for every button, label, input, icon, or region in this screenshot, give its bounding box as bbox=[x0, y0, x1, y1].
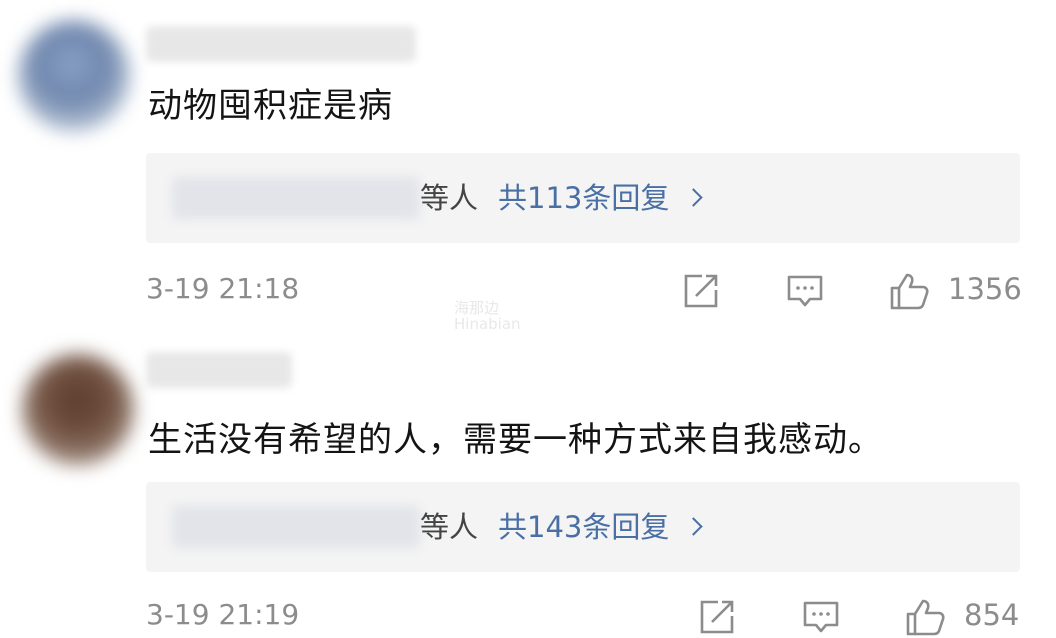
reply-summary[interactable]: 等人 共143条回复 bbox=[146, 482, 1020, 572]
chevron-right-icon bbox=[684, 188, 704, 207]
thumbs-up-icon[interactable] bbox=[904, 596, 946, 638]
chevron-right-icon bbox=[684, 517, 704, 536]
comment-item: 生活没有希望的人，需要一种方式来自我感动。 等人 共143条回复 3-19 21:… bbox=[0, 330, 1056, 637]
reply-count-link[interactable]: 共113条回复 bbox=[498, 181, 669, 215]
avatar[interactable] bbox=[22, 354, 134, 466]
like-count: 854 bbox=[964, 598, 1020, 632]
comment-icon[interactable] bbox=[784, 270, 826, 312]
reply-users-blurred bbox=[172, 177, 420, 219]
share-icon[interactable] bbox=[680, 270, 722, 312]
watermark-cn: 海那边 bbox=[454, 299, 500, 317]
like-count: 1356 bbox=[948, 272, 1022, 306]
comment-item: 动物囤积症是病 等人 共113条回复 3-19 21:18 1356 bbox=[0, 0, 1056, 330]
avatar[interactable] bbox=[18, 20, 130, 132]
reply-count-link[interactable]: 共143条回复 bbox=[498, 510, 669, 544]
username-blurred[interactable] bbox=[146, 26, 416, 62]
share-icon[interactable] bbox=[696, 596, 738, 638]
reply-summary-text: 等人 共113条回复 bbox=[420, 177, 704, 219]
username-blurred[interactable] bbox=[146, 352, 292, 388]
reply-summary[interactable]: 等人 共113条回复 bbox=[146, 153, 1020, 243]
reply-summary-text: 等人 共143条回复 bbox=[420, 506, 704, 548]
reply-who: 等人 bbox=[420, 510, 479, 544]
comment-icon[interactable] bbox=[800, 596, 842, 638]
comment-time: 3-19 21:18 bbox=[146, 272, 300, 305]
reply-users-blurred bbox=[172, 506, 420, 548]
comment-text: 动物囤积症是病 bbox=[148, 86, 393, 126]
thumbs-up-icon[interactable] bbox=[888, 270, 930, 312]
comment-text: 生活没有希望的人，需要一种方式来自我感动。 bbox=[148, 420, 883, 460]
comment-time: 3-19 21:19 bbox=[146, 598, 300, 631]
reply-who: 等人 bbox=[420, 181, 479, 215]
